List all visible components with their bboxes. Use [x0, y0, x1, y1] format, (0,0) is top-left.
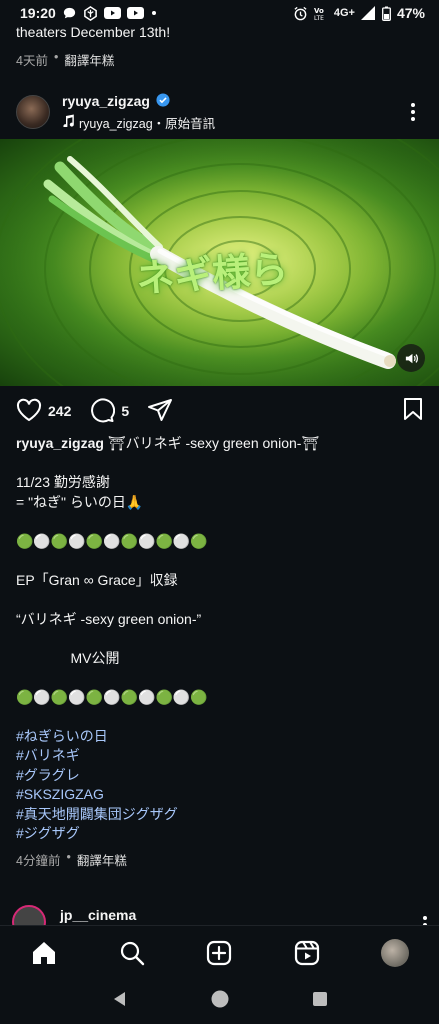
status-bar: 19:20 Vo LTE 4G+ 47% — [0, 0, 439, 26]
more-options-icon[interactable] — [403, 97, 423, 127]
app-notification-icon — [83, 5, 98, 21]
caption-line: = "ねぎ" らいの日🙏 — [16, 493, 144, 510]
alarm-icon — [293, 6, 308, 21]
chat-notification-icon — [62, 6, 77, 21]
status-time: 19:20 — [20, 5, 56, 21]
svg-text:Vo: Vo — [314, 7, 324, 15]
next-post-header: jp__cinema — [12, 904, 427, 939]
battery-icon — [382, 6, 391, 21]
post-meta: 4分鐘前 • 翻譯年糕 — [16, 850, 127, 869]
recents-icon[interactable] — [312, 991, 328, 1012]
youtube-icon — [103, 7, 121, 19]
avatar[interactable] — [16, 95, 50, 129]
caption-line: EP「Gran ∞ Grace」収録 — [16, 571, 178, 588]
post-header: ryuya_zigzag ryuya_zigzag・原始音訊 — [16, 92, 423, 132]
bottom-tab-bar — [0, 925, 439, 980]
comment-icon[interactable] — [89, 397, 116, 426]
hashtag-link[interactable]: #ジグザグ — [16, 824, 423, 844]
back-icon[interactable] — [111, 990, 129, 1013]
svg-text:LTE: LTE — [314, 15, 324, 21]
signal-icon — [360, 6, 376, 20]
previous-post-translate-link[interactable]: 翻譯年糕 — [64, 50, 114, 69]
previous-post-caption: theaters December 13th! — [16, 24, 171, 40]
music-note-icon — [62, 114, 74, 130]
post-username-row: ryuya_zigzag — [62, 92, 215, 110]
avatar[interactable] — [381, 939, 410, 967]
volte-icon: Vo LTE — [314, 6, 328, 21]
hashtag-link[interactable]: #バリネギ — [16, 746, 423, 766]
youtube-icon — [126, 7, 144, 19]
previous-post-meta: 4天前 • 翻譯年糕 — [16, 50, 115, 69]
like-action[interactable]: 242 — [16, 398, 71, 425]
reels-icon[interactable] — [285, 931, 329, 975]
caption-line: 🟢⚪🟢⚪🟢⚪🟢⚪🟢⚪🟢 — [16, 688, 208, 705]
post-translate-link[interactable]: 翻譯年糕 — [77, 850, 127, 869]
battery-level: 47% — [396, 5, 425, 21]
verified-badge-icon — [156, 92, 170, 110]
post-time: 4分鐘前 — [16, 854, 61, 868]
next-post-username[interactable]: jp__cinema — [60, 907, 136, 923]
hashtag-link[interactable]: #SKSZIGZAG — [16, 785, 423, 805]
post-media[interactable]: ネギ様ら — [0, 139, 439, 386]
hashtag-link[interactable]: #グラグレ — [16, 766, 423, 786]
mute-toggle-icon[interactable] — [397, 344, 425, 372]
post-caption: ryuya_zigzag ⛩バリネギ -sexy green onion-⛩ 11… — [16, 434, 423, 844]
caption-line: MV公開 — [16, 649, 120, 666]
more-notifications-dot-icon — [150, 9, 158, 17]
caption-username[interactable]: ryuya_zigzag — [16, 435, 104, 451]
media-overlay-title: ネギ様ら — [134, 245, 290, 302]
audio-label: ryuya_zigzag・原始音訊 — [79, 116, 216, 131]
create-icon[interactable] — [197, 931, 241, 975]
save-bookmark-icon[interactable] — [403, 397, 423, 426]
caption-line: “バリネギ -sexy green onion-” — [16, 610, 202, 627]
caption-first-line[interactable]: ryuya_zigzag ⛩バリネギ -sexy green onion-⛩ — [16, 434, 423, 454]
audio-link[interactable]: ryuya_zigzag・原始音訊 — [62, 113, 215, 132]
post-username[interactable]: ryuya_zigzag — [62, 93, 150, 109]
share-icon[interactable] — [147, 398, 173, 425]
home-icon[interactable] — [22, 931, 66, 975]
like-count[interactable]: 242 — [48, 403, 71, 419]
caption-line: 11/23 勤労感謝 — [16, 474, 110, 490]
search-icon[interactable] — [110, 931, 154, 975]
caption-line: 🟢⚪🟢⚪🟢⚪🟢⚪🟢⚪🟢 — [16, 532, 208, 549]
home-circle-icon[interactable] — [210, 989, 230, 1014]
network-type: 4G+ — [333, 7, 355, 19]
hashtag-link[interactable]: #真天地開闢集団ジグザグ — [16, 805, 423, 825]
comment-action[interactable]: 5 — [89, 397, 129, 426]
previous-post-time: 4天前 — [16, 54, 48, 68]
comment-count[interactable]: 5 — [121, 403, 129, 419]
hashtag-link[interactable]: #ねぎらいの日 — [16, 727, 423, 747]
share-action[interactable] — [147, 398, 173, 425]
profile-avatar[interactable] — [373, 931, 417, 975]
post-actions: 242 5 — [16, 396, 423, 426]
system-nav-bar — [0, 979, 439, 1024]
heart-icon[interactable] — [16, 398, 42, 425]
